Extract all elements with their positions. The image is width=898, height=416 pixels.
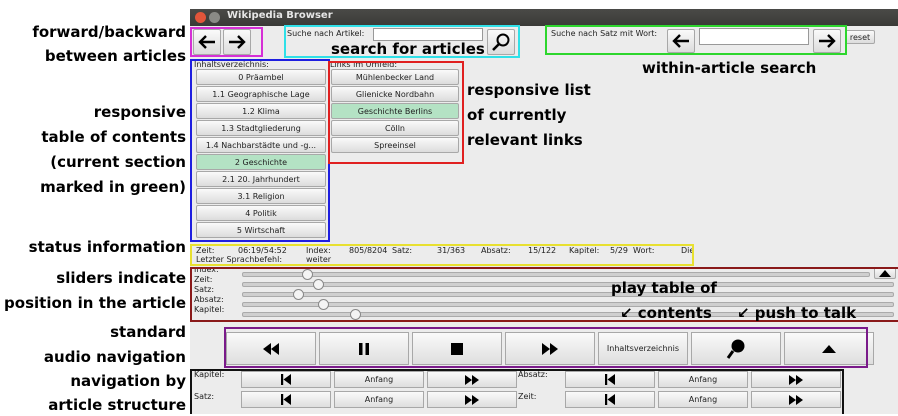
minimize-window-button[interactable]	[209, 12, 220, 23]
annotation-status-information: status information	[28, 238, 186, 256]
highlight-links	[328, 61, 464, 164]
annotation-links-2: of currently	[467, 106, 567, 124]
annotation-search-for-articles: search for articles	[331, 40, 485, 58]
window-title: Wikipedia Browser	[227, 10, 333, 21]
highlight-article-navigation	[190, 27, 263, 57]
annotation-between-articles: between articles	[44, 47, 186, 65]
annotation-play-toc-2: ↙ contents	[620, 304, 712, 322]
annotation-sliders: sliders indicate	[56, 269, 186, 287]
annotation-forward-backward: forward/backward	[32, 23, 186, 41]
annotation-play-toc-1: play table of	[611, 279, 717, 297]
annotation-current-section: (current section	[50, 153, 186, 171]
annotation-marked-green: marked in green)	[40, 178, 186, 196]
highlight-sentence-search	[545, 25, 847, 55]
highlight-structure-navigation	[190, 369, 844, 414]
annotation-links-3: relevant links	[467, 131, 583, 149]
annotation-position: position in the article	[4, 294, 186, 312]
annotation-push-to-talk: ↙ push to talk	[737, 304, 857, 322]
annotation-standard: standard	[110, 323, 186, 341]
annotation-table-of-contents: table of contents	[41, 128, 186, 146]
highlight-toc	[190, 59, 330, 242]
reset-button[interactable]: reset	[845, 30, 875, 44]
annotation-navigation-by: navigation by	[70, 372, 186, 390]
highlight-audio-navigation	[224, 327, 868, 368]
annotation-responsive: responsive	[93, 103, 186, 121]
annotation-within-article-search: within-article search	[642, 59, 817, 77]
annotation-links-1: responsive list	[467, 81, 591, 99]
title-bar: Wikipedia Browser	[190, 9, 898, 26]
highlight-status	[190, 244, 694, 266]
annotation-audio-navigation: audio navigation	[43, 348, 186, 366]
annotation-article-structure: article structure	[48, 396, 186, 414]
close-window-button[interactable]	[195, 12, 206, 23]
